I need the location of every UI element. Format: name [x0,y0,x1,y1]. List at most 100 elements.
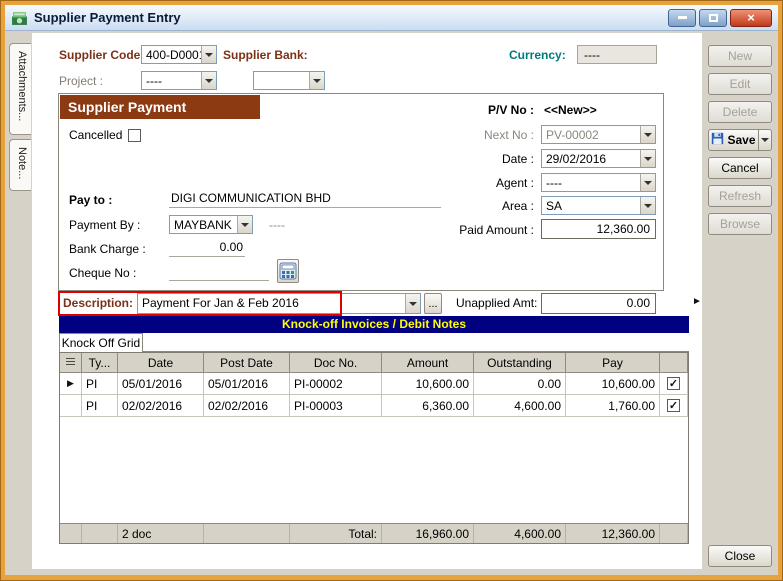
table-row[interactable]: ▶ PI 05/01/2016 05/01/2016 PI-00002 10,6… [60,373,688,395]
supplier-code-combo[interactable]: 400-D0001 [141,45,217,64]
check-icon: ✓ [668,378,679,390]
delete-button[interactable]: Delete [708,101,772,123]
chevron-down-icon[interactable] [640,150,655,167]
project-combo[interactable]: ---- [141,71,217,90]
chevron-down-icon[interactable] [640,126,655,143]
close-window-button[interactable]: × [730,8,772,27]
knockoff-bar-title: Knock-off Invoices / Debit Notes [59,316,689,333]
maximize-button[interactable] [699,8,727,27]
col-outstanding[interactable]: Outstanding [474,353,566,372]
expand-right-icon[interactable]: ► [692,296,702,307]
window-body: Attachments... Note... Supplier Code: 40… [5,31,778,575]
calculator-button[interactable] [277,259,299,283]
minimize-icon [677,16,687,19]
tab-knock-off-grid[interactable]: Knock Off Grid [59,333,143,352]
main-content: Supplier Code: 400-D0001 Supplier Bank: … [32,33,702,569]
tab-attachments[interactable]: Attachments... [9,43,31,135]
save-icon [711,132,724,148]
browse-button[interactable]: Browse [708,213,772,235]
project-label: Project : [59,74,104,88]
supplier-bank-value [254,72,309,89]
app-icon [11,9,28,26]
refresh-button[interactable]: Refresh [708,185,772,207]
new-button[interactable]: New [708,45,772,67]
next-no-value: PV-00002 [546,128,599,142]
date-label: Date : [501,152,534,166]
cheque-no-field[interactable] [169,262,269,281]
col-type[interactable]: Ty... [82,353,118,372]
col-post-date[interactable]: Post Date [204,353,290,372]
col-date[interactable]: Date [118,353,204,372]
close-button[interactable]: Close [708,545,772,567]
unapplied-field: 0.00 [541,293,656,314]
row-checkbox[interactable]: ✓ [667,399,680,412]
supplier-bank-combo[interactable] [253,71,325,90]
area-value: SA [546,199,563,213]
cell-outstanding: 0.00 [474,373,566,394]
cell-date: 02/02/2016 [118,395,204,416]
edit-button[interactable]: Edit [708,73,772,95]
next-no-label: Next No : [483,128,534,142]
cell-post-date: 05/01/2016 [204,373,290,394]
grid-empty-area [60,417,688,523]
chevron-down-icon[interactable] [201,72,216,89]
cell-doc-no: PI-00003 [290,395,382,416]
col-doc-no[interactable]: Doc No. [290,353,382,372]
cancelled-row: Cancelled [69,128,142,142]
cell-outstanding: 4,600.00 [474,395,566,416]
chevron-down-icon[interactable] [237,216,252,233]
supplier-bank-label: Supplier Bank: [223,48,308,62]
pay-to-field[interactable]: DIGI COMMUNICATION BHD [169,189,441,208]
tab-note[interactable]: Note... [9,139,31,191]
paid-amount-label: Paid Amount : [459,223,534,237]
paid-amount-field[interactable]: 12,360.00 [541,219,656,239]
column-chooser-cell[interactable] [60,353,82,372]
table-row[interactable]: PI 02/02/2016 02/02/2016 PI-00003 6,360.… [60,395,688,417]
save-button[interactable]: Save [708,129,772,151]
date-value: 29/02/2016 [546,152,607,166]
row-indicator-icon: ▶ [67,378,74,388]
bank-charge-label: Bank Charge : [69,242,146,256]
chevron-down-icon[interactable] [640,197,655,214]
grid-header-row: Ty... Date Post Date Doc No. Amount Outs… [60,353,688,373]
cell-type: PI [82,395,118,416]
agent-combo[interactable]: ---- [541,173,656,192]
cell-doc-no: PI-00002 [290,373,382,394]
cell-pay: 1,760.00 [566,395,660,416]
total-outstanding: 4,600.00 [474,524,566,543]
payment-by-extra: ---- [269,218,285,232]
cancel-button[interactable]: Cancel [708,157,772,179]
col-pay[interactable]: Pay [566,353,660,372]
cell-date: 05/01/2016 [118,373,204,394]
chevron-down-icon[interactable] [201,46,216,63]
payment-by-label: Payment By : [69,218,141,232]
grid-footer-row: 2 doc Total: 16,960.00 4,600.00 12,360.0… [60,523,688,543]
maximize-icon [708,13,718,22]
bank-charge-field[interactable]: 0.00 [169,238,245,257]
left-tab-strip: Attachments... Note... [5,31,32,575]
next-no-combo[interactable]: PV-00002 [541,125,656,144]
chevron-down-icon[interactable] [640,174,655,191]
cell-post-date: 02/02/2016 [204,395,290,416]
supplier-payment-entry-window: Supplier Payment Entry × Attachments... … [0,0,783,581]
payment-by-combo[interactable]: MAYBANK [169,215,253,234]
col-amount[interactable]: Amount [382,353,474,372]
agent-value: ---- [546,176,562,190]
date-combo[interactable]: 29/02/2016 [541,149,656,168]
description-more-button[interactable]: ... [424,293,442,314]
save-dropdown-arrow[interactable] [758,130,771,150]
minimize-button[interactable] [668,8,696,27]
cell-type: PI [82,373,118,394]
description-label: Description: [63,296,134,310]
area-combo[interactable]: SA [541,196,656,215]
row-checkbox[interactable]: ✓ [667,377,680,390]
save-label: Save [727,133,756,147]
check-icon: ✓ [668,400,679,412]
description-combo[interactable]: Payment For Jan & Feb 2016 [137,293,421,314]
cancelled-checkbox[interactable] [128,128,142,142]
project-value: ---- [146,74,162,88]
cancelled-label: Cancelled [69,128,123,142]
chevron-down-icon[interactable] [309,72,324,89]
chevron-down-icon[interactable] [405,294,420,313]
calculator-icon [279,262,297,280]
